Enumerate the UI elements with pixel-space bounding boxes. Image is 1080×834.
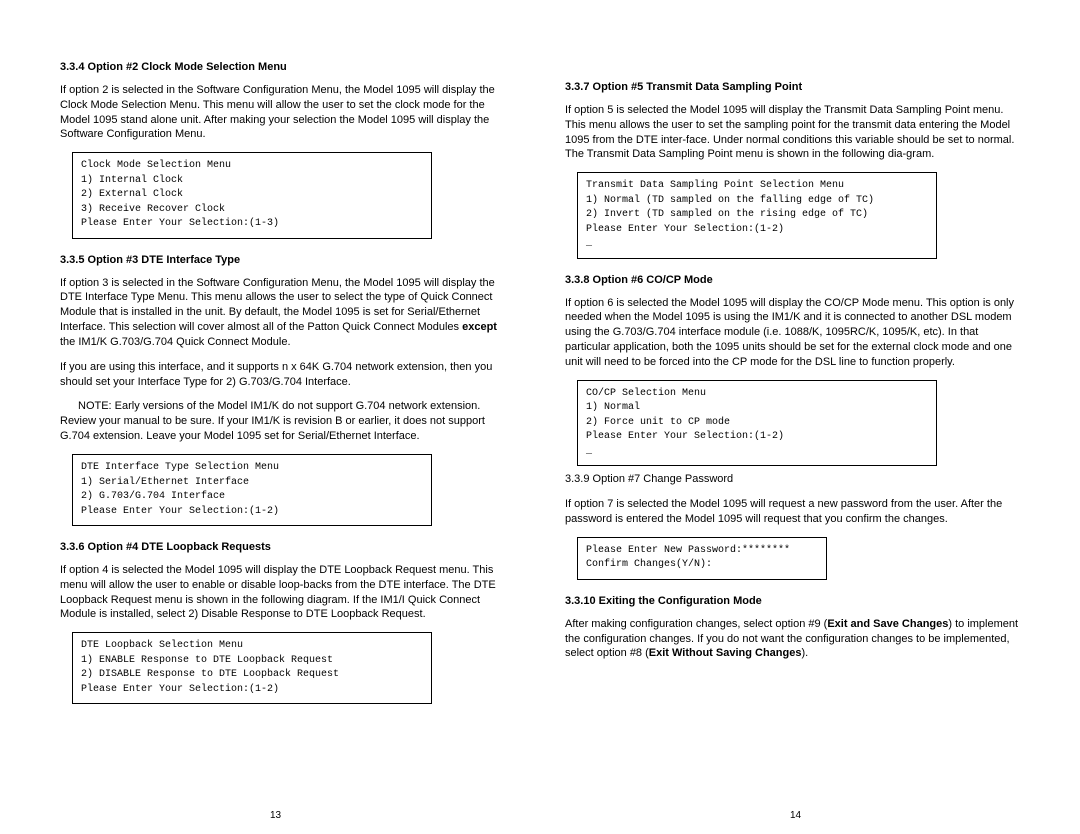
body-paragraph: If option 7 is selected the Model 1095 w… [565,497,1020,527]
page-number: 13 [270,809,281,823]
section-heading: 3.3.10 Exiting the Configuration Mode [565,594,1020,609]
two-column-layout: 3.3.4 Option #2 Clock Mode Selection Men… [0,0,1080,834]
page-number: 14 [790,809,801,823]
body-paragraph: If option 5 is selected the Model 1095 w… [565,103,1020,162]
text-span: If option 3 is selected in the Software … [60,277,495,334]
bold-span: Exit and Save Changes [827,618,948,630]
body-paragraph: NOTE: Early versions of the Model IM1/K … [60,399,515,444]
password-menu: Please Enter New Password:******** Confi… [577,537,827,580]
body-paragraph: If option 6 is selected the Model 1095 w… [565,296,1020,370]
transmit-data-menu: Transmit Data Sampling Point Selection M… [577,172,937,259]
dte-loopback-menu: DTE Loopback Selection Menu 1) ENABLE Re… [72,632,432,704]
bold-span: except [462,321,497,333]
document-page: 3.3.4 Option #2 Clock Mode Selection Men… [0,0,1080,834]
text-span: ). [801,647,808,659]
section-heading: 3.3.7 Option #5 Transmit Data Sampling P… [565,80,1020,95]
text-span: the IM1/K G.703/G.704 Quick Connect Modu… [60,336,291,348]
body-paragraph: If you are using this interface, and it … [60,360,515,390]
body-paragraph: If option 2 is selected in the Software … [60,83,515,142]
clock-mode-menu: Clock Mode Selection Menu 1) Internal Cl… [72,152,432,239]
body-paragraph: If option 4 is selected the Model 1095 w… [60,563,515,622]
bold-span: Exit Without Saving Changes [649,647,802,659]
section-heading: 3.3.4 Option #2 Clock Mode Selection Men… [60,60,515,75]
section-heading: 3.3.8 Option #6 CO/CP Mode [565,273,1020,288]
section-heading: 3.3.5 Option #3 DTE Interface Type [60,253,515,268]
body-paragraph: If option 3 is selected in the Software … [60,276,515,350]
text-span: After making configuration changes, sele… [565,618,827,630]
section-heading-plain: 3.3.9 Option #7 Change Password [565,472,1020,487]
left-column: 3.3.4 Option #2 Clock Mode Selection Men… [60,60,515,804]
section-heading: 3.3.6 Option #4 DTE Loopback Requests [60,540,515,555]
dte-interface-menu: DTE Interface Type Selection Menu 1) Ser… [72,454,432,526]
body-paragraph: After making configuration changes, sele… [565,617,1020,662]
right-column: 3.3.7 Option #5 Transmit Data Sampling P… [565,60,1020,804]
co-cp-menu: CO/CP Selection Menu 1) Normal 2) Force … [577,380,937,467]
